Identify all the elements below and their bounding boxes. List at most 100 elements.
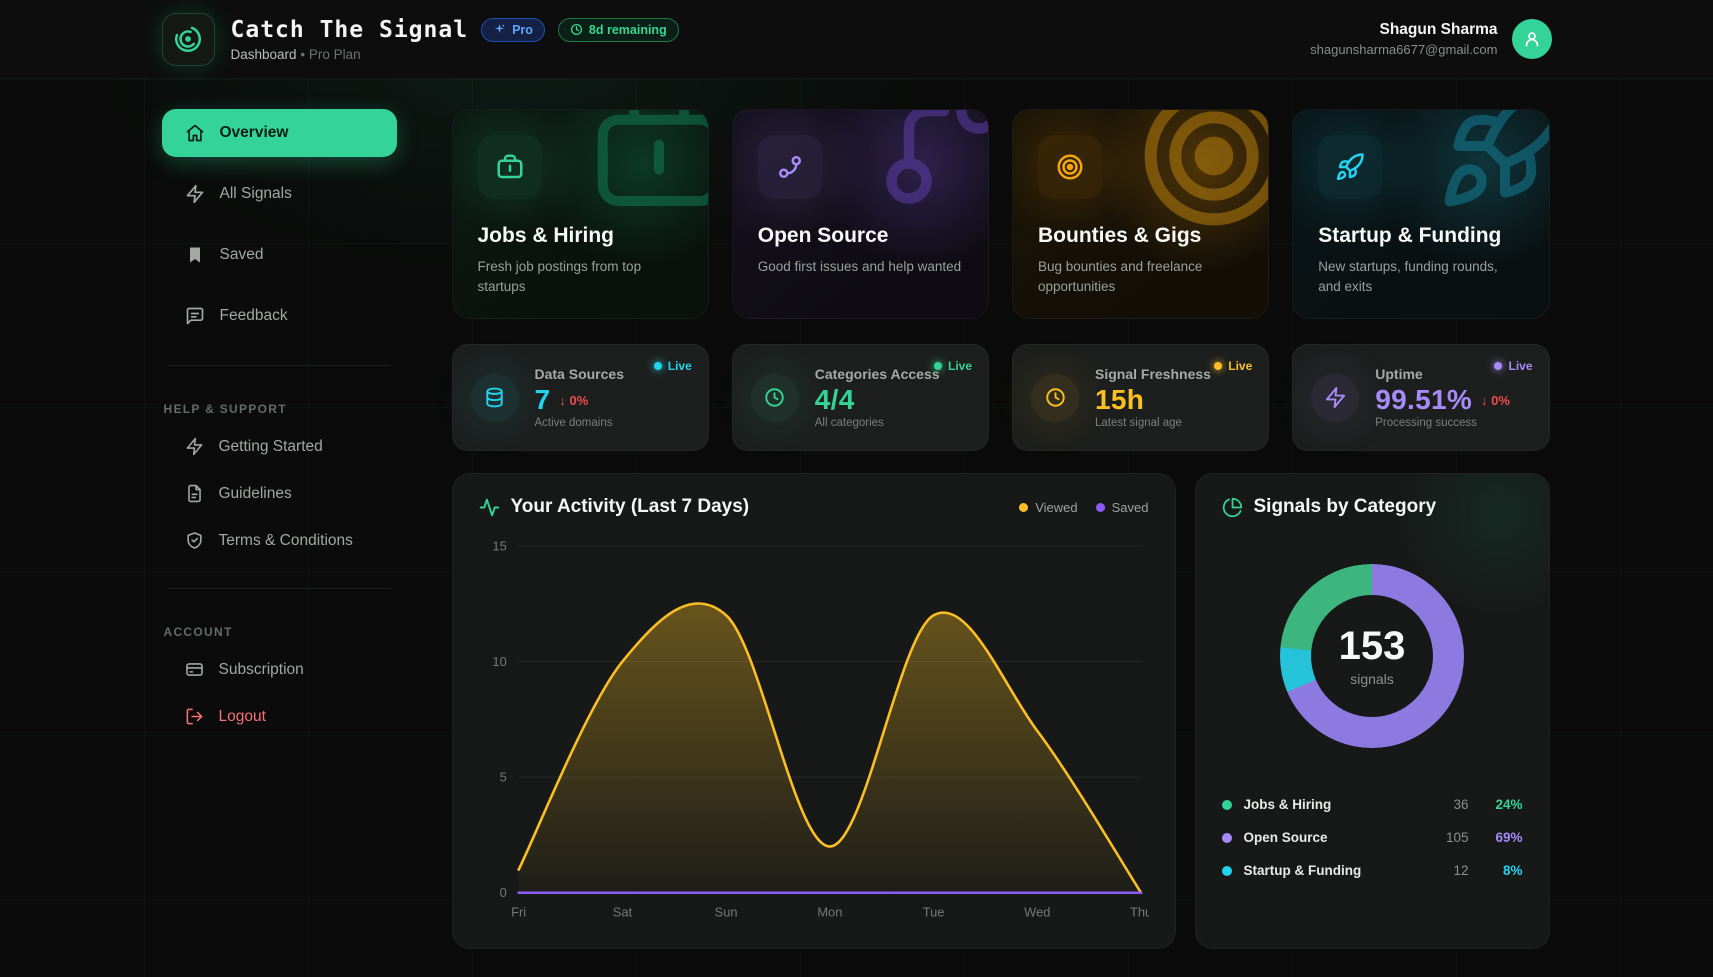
activity-icon xyxy=(479,497,500,518)
stat-value: 99.51% xyxy=(1375,384,1472,416)
live-dot-icon xyxy=(1214,362,1222,370)
stat-label: Categories Access xyxy=(815,366,940,382)
live-dot-icon xyxy=(934,362,942,370)
category-card-bounties-gigs[interactable]: Bounties & Gigs Bug bounties and freelan… xyxy=(1012,109,1269,319)
svg-text:10: 10 xyxy=(492,654,506,669)
dashboard-page: Catch The Signal Pro 8d remaining Dashbo… xyxy=(0,0,1713,977)
svg-text:0: 0 xyxy=(499,885,506,900)
signals-unit-label: signals xyxy=(1350,671,1394,687)
stat-card-data-sources: Data Sources 7 ↓ 0% Active domains Live xyxy=(452,344,709,451)
avatar[interactable] xyxy=(1512,19,1552,59)
category-description: New startups, funding rounds, and exits xyxy=(1318,257,1523,296)
bookmark-icon xyxy=(185,245,205,265)
credit-card-icon xyxy=(185,660,204,679)
sidebar-item-terms[interactable]: Terms & Conditions xyxy=(162,518,397,563)
viewed-dot-icon xyxy=(1019,503,1028,512)
category-title: Startup & Funding xyxy=(1318,224,1523,248)
live-badge: Live xyxy=(1214,359,1252,373)
rocket-icon xyxy=(1318,135,1382,199)
sidebar-item-feedback[interactable]: Feedback xyxy=(162,292,397,340)
legend-saved: Saved xyxy=(1096,500,1149,515)
sidebar-item-guidelines[interactable]: Guidelines xyxy=(162,471,397,516)
target-deco-icon xyxy=(1134,109,1269,236)
sidebar-section-help: HELP & SUPPORT xyxy=(164,402,397,416)
rocket-deco-icon xyxy=(1435,109,1550,216)
category-donut-chart: 153 signals xyxy=(1280,564,1464,748)
category-title: Jobs & Hiring xyxy=(478,224,683,248)
sidebar-item-all-signals[interactable]: All Signals xyxy=(162,170,397,218)
activity-chart-legend: Viewed Saved xyxy=(1019,500,1148,515)
stat-sublabel: Latest signal age xyxy=(1095,417,1211,429)
svg-text:5: 5 xyxy=(499,770,506,785)
briefcase-icon xyxy=(478,135,542,199)
svg-text:Sun: Sun xyxy=(714,905,737,920)
category-description: Good first issues and help wanted xyxy=(758,257,963,277)
activity-chart-panel: Your Activity (Last 7 Days) Viewed Saved… xyxy=(452,473,1176,949)
zap-icon xyxy=(185,437,204,456)
user-icon xyxy=(1522,29,1542,49)
legend-viewed: Viewed xyxy=(1019,500,1077,515)
category-card-jobs-hiring[interactable]: Jobs & Hiring Fresh job postings from to… xyxy=(452,109,709,319)
category-card-open-source[interactable]: Open Source Good first issues and help w… xyxy=(732,109,989,319)
activity-area-chart: 051015FriSatSunMonTueWedThu xyxy=(479,530,1149,926)
shield-check-icon xyxy=(185,531,204,550)
svg-text:Sat: Sat xyxy=(612,905,632,920)
live-dot-icon xyxy=(654,362,662,370)
sidebar-section-account: ACCOUNT xyxy=(164,625,397,639)
user-email: shagunsharma6677@gmail.com xyxy=(1310,42,1497,57)
app-header: Catch The Signal Pro 8d remaining Dashbo… xyxy=(0,0,1713,79)
trial-remaining-badge: 8d remaining xyxy=(558,18,679,42)
stat-sublabel: Processing success xyxy=(1375,417,1510,429)
pie-chart-icon xyxy=(1222,497,1243,518)
stat-sublabel: Active domains xyxy=(535,417,624,429)
pro-badge: Pro xyxy=(481,18,545,42)
main-content: Jobs & Hiring Fresh job postings from to… xyxy=(452,109,1550,949)
category-card-startup-funding[interactable]: Startup & Funding New startups, funding … xyxy=(1292,109,1549,319)
git-branch-deco-icon xyxy=(874,109,989,216)
message-square-icon xyxy=(185,306,205,326)
briefcase-deco-icon xyxy=(584,109,709,226)
clock-icon xyxy=(570,23,583,36)
stat-value: 4/4 xyxy=(815,384,855,416)
live-badge: Live xyxy=(934,359,972,373)
clock-icon xyxy=(751,374,799,422)
donut-center: 153 signals xyxy=(1311,595,1433,717)
sidebar-item-saved[interactable]: Saved xyxy=(162,231,397,279)
svg-text:Fri: Fri xyxy=(511,905,526,920)
database-icon xyxy=(471,374,519,422)
svg-text:Wed: Wed xyxy=(1024,905,1050,920)
sidebar-divider xyxy=(168,588,391,589)
breadcrumb: Dashboard • Pro Plan xyxy=(231,47,679,62)
jobs-dot-icon xyxy=(1222,800,1232,810)
stat-label: Signal Freshness xyxy=(1095,366,1211,382)
sidebar-item-logout[interactable]: Logout xyxy=(162,694,397,739)
stat-label: Uptime xyxy=(1375,366,1510,382)
bottom-panels: Your Activity (Last 7 Days) Viewed Saved… xyxy=(452,473,1550,949)
signals-by-category-panel: Signals by Category 153 signals Jobs & H… xyxy=(1195,473,1550,949)
sidebar-item-getting-started[interactable]: Getting Started xyxy=(162,424,397,469)
sidebar-item-overview[interactable]: Overview xyxy=(162,109,397,157)
sidebar: Overview All Signals Saved Feedback HELP… xyxy=(162,109,397,949)
sparkles-icon xyxy=(493,23,506,36)
live-dot-icon xyxy=(1494,362,1502,370)
sidebar-item-subscription[interactable]: Subscription xyxy=(162,647,397,692)
saved-dot-icon xyxy=(1096,503,1105,512)
stat-sublabel: All categories xyxy=(815,417,940,429)
clock-icon xyxy=(1031,374,1079,422)
stat-value: 15h xyxy=(1095,384,1144,416)
app-logo-icon xyxy=(162,13,215,66)
live-badge: Live xyxy=(1494,359,1532,373)
svg-text:Mon: Mon xyxy=(817,905,842,920)
stat-label: Data Sources xyxy=(535,366,624,382)
category-title: Open Source xyxy=(758,224,963,248)
category-description: Fresh job postings from top startups xyxy=(478,257,683,296)
stat-card-signal-freshness: Signal Freshness 15h Latest signal age L… xyxy=(1012,344,1269,451)
signals-total: 153 xyxy=(1339,626,1406,666)
startup-dot-icon xyxy=(1222,866,1232,876)
legend-row-open-source: Open Source 105 69% xyxy=(1222,821,1523,854)
git-branch-icon xyxy=(758,135,822,199)
legend-row-startup-funding: Startup & Funding 12 8% xyxy=(1222,854,1523,887)
svg-text:Tue: Tue xyxy=(922,905,944,920)
legend-row-jobs-hiring: Jobs & Hiring 36 24% xyxy=(1222,788,1523,821)
svg-text:15: 15 xyxy=(492,538,506,553)
